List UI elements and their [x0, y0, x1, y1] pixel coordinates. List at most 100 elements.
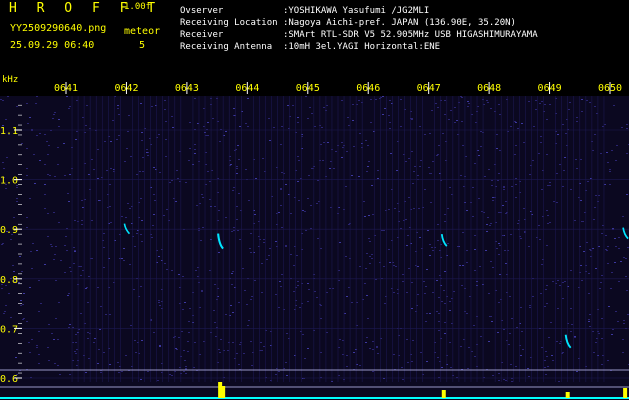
noise-pixel — [29, 117, 31, 118]
noise-pixel — [475, 122, 477, 123]
noise-pixel — [588, 273, 590, 274]
noise-pixel — [466, 313, 468, 314]
noise-pixel — [621, 127, 623, 128]
noise-pixel — [248, 200, 250, 201]
noise-pixel — [317, 238, 319, 239]
noise-pixel — [237, 145, 239, 146]
noise-pixel — [515, 366, 517, 367]
noise-pixel — [541, 189, 543, 190]
noise-pixel — [169, 374, 171, 375]
noise-pixel — [233, 230, 235, 231]
noise-pixel — [1, 288, 3, 289]
noise-pixel — [431, 110, 433, 111]
noise-pixel — [187, 341, 189, 342]
noise-pixel — [176, 349, 178, 350]
noise-pixel — [520, 238, 522, 239]
noise-pixel — [299, 307, 301, 308]
noise-pixel — [395, 266, 397, 267]
noise-pixel — [35, 103, 37, 104]
noise-pixel — [535, 109, 537, 110]
noise-pixel — [169, 182, 171, 183]
noise-pixel — [598, 246, 600, 247]
noise-pixel — [574, 336, 576, 337]
noise-pixel — [156, 262, 158, 263]
noise-pixel — [64, 245, 66, 246]
noise-pixel — [498, 212, 500, 213]
noise-pixel — [528, 376, 530, 377]
noise-pixel — [19, 256, 21, 257]
noise-pixel — [556, 173, 558, 174]
noise-pixel — [466, 210, 468, 211]
noise-pixel — [15, 357, 17, 358]
noise-pixel — [541, 101, 543, 102]
noise-pixel — [74, 251, 76, 252]
noise-pixel — [245, 169, 247, 170]
noise-pixel — [164, 109, 166, 110]
noise-pixel — [99, 329, 101, 330]
noise-pixel — [544, 360, 546, 361]
noise-pixel — [490, 108, 492, 109]
noise-pixel — [26, 217, 28, 218]
noise-pixel — [268, 118, 270, 119]
spectrogram: kHz0641 0642 0643 0644 0645 0646 0647 0648 0649 0… — [0, 75, 629, 400]
noise-pixel — [405, 219, 407, 220]
noise-pixel — [382, 114, 384, 115]
noise-pixel — [402, 379, 404, 380]
noise-pixel — [194, 149, 196, 150]
noise-pixel — [505, 201, 507, 202]
noise-pixel — [370, 122, 372, 123]
noise-pixel — [57, 147, 59, 148]
noise-pixel — [103, 247, 105, 248]
noise-pixel — [141, 140, 143, 141]
noise-pixel — [94, 338, 96, 339]
noise-pixel — [20, 305, 22, 306]
noise-pixel — [73, 263, 75, 264]
noise-pixel — [346, 366, 348, 367]
noise-pixel — [548, 337, 550, 338]
noise-pixel — [38, 331, 40, 332]
noise-pixel — [76, 100, 78, 101]
noise-pixel — [29, 198, 31, 199]
noise-pixel — [110, 168, 112, 169]
noise-pixel — [22, 319, 24, 320]
noise-pixel — [307, 348, 309, 349]
noise-pixel — [157, 380, 159, 381]
noise-pixel — [524, 232, 526, 233]
noise-pixel — [275, 294, 277, 295]
noise-pixel — [511, 186, 513, 187]
noise-pixel — [467, 106, 469, 107]
noise-pixel — [142, 157, 144, 158]
noise-pixel — [275, 241, 277, 242]
noise-pixel — [611, 334, 613, 335]
noise-pixel — [233, 108, 235, 109]
noise-pixel — [574, 337, 576, 338]
noise-pixel — [2, 162, 4, 163]
noise-pixel — [298, 160, 300, 161]
power-spike-3 — [441, 390, 446, 398]
noise-pixel — [105, 314, 107, 315]
noise-pixel — [388, 209, 390, 210]
noise-pixel — [371, 185, 373, 186]
noise-pixel — [57, 164, 59, 165]
noise-pixel — [558, 381, 560, 382]
noise-pixel — [576, 121, 578, 122]
noise-pixel — [297, 156, 299, 157]
noise-pixel — [425, 321, 427, 322]
noise-pixel — [44, 194, 46, 195]
noise-pixel — [626, 290, 628, 291]
noise-pixel — [31, 339, 33, 340]
noise-pixel — [595, 268, 597, 269]
noise-pixel — [570, 270, 572, 271]
noise-pixel — [280, 286, 282, 287]
noise-pixel — [76, 131, 78, 132]
noise-pixel — [36, 250, 38, 251]
noise-pixel — [497, 332, 499, 333]
noise-pixel — [209, 270, 211, 271]
noise-pixel — [515, 178, 517, 179]
noise-pixel — [459, 265, 461, 266]
noise-pixel — [133, 289, 135, 290]
noise-pixel — [436, 155, 438, 156]
noise-pixel — [363, 201, 365, 202]
meteor-label: meteor — [124, 26, 161, 37]
noise-pixel — [158, 134, 160, 135]
